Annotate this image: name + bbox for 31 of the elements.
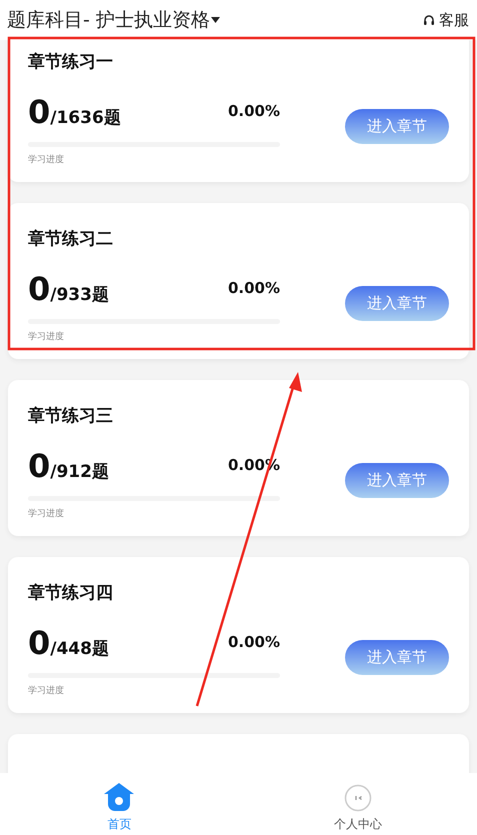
done-count: 0 xyxy=(28,96,50,128)
enter-chapter-button[interactable]: 进入章节 xyxy=(345,108,449,144)
done-count: 0 xyxy=(28,450,50,482)
progress-label: 学习进度 xyxy=(28,684,64,697)
chapter-title: 章节练习三 xyxy=(28,405,113,427)
nav-tab[interactable]: 个人中心 xyxy=(238,773,477,835)
headset-icon[interactable] xyxy=(423,14,435,26)
total-count: /933题 xyxy=(50,284,109,306)
progress-label: 学习进度 xyxy=(28,154,64,166)
caret-icon[interactable] xyxy=(210,17,220,23)
enter-chapter-button[interactable]: 进入章节 xyxy=(345,462,449,498)
face-icon xyxy=(344,784,372,812)
customer-service-link[interactable]: 客服 xyxy=(439,10,469,30)
enter-chapter-button[interactable]: 进入章节 xyxy=(345,286,449,320)
chapter-title: 章节练习四 xyxy=(28,582,113,604)
progress-percent: 0.00% xyxy=(228,279,280,297)
done-count: 0 xyxy=(28,627,50,659)
progress-label: 学习进度 xyxy=(28,330,64,343)
total-count: /448题 xyxy=(50,638,109,660)
progress-percent: 0.00% xyxy=(228,102,280,120)
subject-title[interactable]: 题库科目- 护士执业资格 xyxy=(7,7,210,33)
done-count: 0 xyxy=(28,273,50,305)
home-icon xyxy=(103,782,136,812)
progress-label: 学习进度 xyxy=(28,508,64,520)
total-count: /1636题 xyxy=(50,107,121,129)
progress-percent: 0.00% xyxy=(228,633,280,651)
enter-chapter-button[interactable]: 进入章节 xyxy=(345,640,449,674)
chapter-title: 章节练习二 xyxy=(28,228,113,250)
total-count: /912题 xyxy=(50,461,109,483)
chapter-title: 章节练习一 xyxy=(28,51,113,73)
nav-tab[interactable]: 首页 xyxy=(0,773,238,835)
